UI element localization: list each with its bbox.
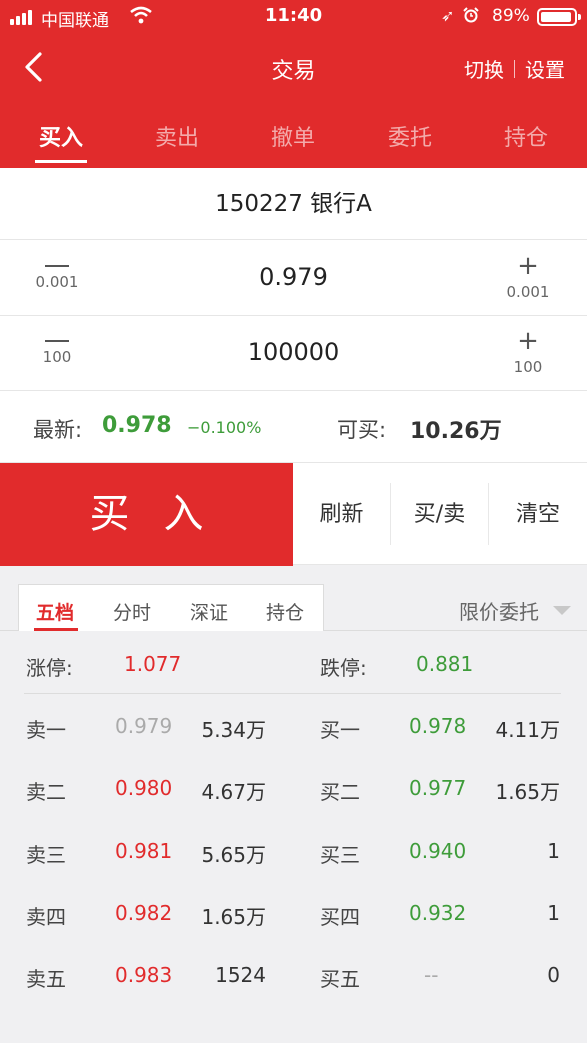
nav-bar: 交易 切换 设置	[0, 40, 587, 94]
status-bar: 中国联通 11:40 ➶ 89%	[0, 0, 587, 32]
tab-buy[interactable]: 买入	[21, 120, 101, 152]
sell-volume: 5.65万	[201, 843, 266, 867]
buy-level-label: 买四	[320, 905, 360, 929]
refresh-button[interactable]: 刷新	[293, 463, 390, 566]
tab-intraday[interactable]: 分时	[113, 598, 151, 625]
action-bar: 买入 刷新 买/卖 清空	[0, 462, 587, 566]
active-tab-indicator	[35, 160, 87, 163]
limit-down-label: 跌停:	[320, 656, 367, 680]
sell-price: 0.981	[115, 839, 173, 863]
quantity-step-label: 100	[513, 358, 543, 376]
alarm-icon	[463, 7, 479, 23]
sell-volume: 1524	[215, 963, 266, 987]
sell-level-label: 卖一	[26, 718, 66, 742]
stock-selector[interactable]: 150227 银行A	[0, 168, 587, 240]
plus-icon: +	[517, 251, 539, 281]
buy-level-label: 买三	[320, 843, 360, 867]
price-increase-button[interactable]: + 0.001	[498, 253, 558, 301]
divider	[24, 693, 561, 694]
trade-tabs: 买入 卖出 撤单 委托 持仓	[0, 112, 587, 168]
tab-sell[interactable]: 卖出	[137, 120, 217, 152]
tab-positions[interactable]: 持仓	[266, 598, 304, 625]
sell-price: 0.983	[115, 963, 173, 987]
buyable-label: 可买:	[337, 418, 387, 442]
tab-shenzhen[interactable]: 深证	[190, 598, 228, 625]
buy-price: --	[424, 963, 439, 987]
settings-button[interactable]: 设置	[525, 54, 565, 83]
tab-cancel[interactable]: 撤单	[253, 120, 333, 152]
order-book-row: 卖一 0.979 5.34万 买一 0.978 4.11万	[0, 696, 587, 758]
order-type-label: 限价委托	[459, 600, 539, 624]
tab-orders[interactable]: 委托	[370, 120, 450, 152]
order-book-row: 卖五 0.983 1524 买五 -- 0	[0, 945, 587, 1007]
buyable-amount: 10.26万	[410, 419, 502, 444]
nav-divider	[514, 59, 515, 78]
sell-level-label: 卖五	[26, 967, 66, 991]
buy-price: 0.977	[409, 776, 467, 800]
limit-down-price: 0.881	[416, 652, 474, 676]
sell-price: 0.979	[115, 714, 173, 738]
sell-level-label: 卖四	[26, 905, 66, 929]
buy-price: 0.940	[409, 839, 467, 863]
chevron-down-icon	[553, 606, 571, 615]
buy-submit-button[interactable]: 买入	[0, 463, 293, 566]
tab-holdings[interactable]: 持仓	[486, 120, 566, 152]
latest-label: 最新:	[33, 418, 83, 442]
limit-up-label: 涨停:	[26, 656, 73, 680]
buy-volume: 1	[547, 839, 560, 863]
plus-icon: +	[517, 326, 539, 356]
sell-level-label: 卖二	[26, 780, 66, 804]
order-book-row: 卖三 0.981 5.65万 买三 0.940 1	[0, 821, 587, 883]
buy-sell-toggle-button[interactable]: 买/卖	[391, 463, 488, 566]
quote-summary: 最新: 0.978 −0.100% 可买: 10.26万	[0, 390, 587, 462]
clear-button[interactable]: 清空	[489, 463, 587, 566]
buy-volume: 0	[547, 963, 560, 987]
change-percent: −0.100%	[187, 418, 262, 437]
buy-price: 0.978	[409, 714, 467, 738]
quantity-stepper: 100 100000 + 100	[0, 316, 587, 391]
sell-volume: 4.67万	[201, 780, 266, 804]
buy-price: 0.932	[409, 901, 467, 925]
buy-level-label: 买五	[320, 967, 360, 991]
order-type-select[interactable]: 限价委托	[459, 596, 571, 625]
latest-price: 0.978	[102, 413, 172, 438]
panel-tabs: 五档 分时 深证 持仓 限价委托	[0, 566, 587, 631]
order-form: 150227 银行A 0.001 0.979 + 0.001 100 10000…	[0, 168, 587, 462]
sell-price: 0.980	[115, 776, 173, 800]
quantity-increase-button[interactable]: + 100	[498, 328, 558, 376]
price-limits-row: 涨停: 1.077 跌停: 0.881	[0, 632, 587, 694]
battery-percent: 89%	[492, 6, 530, 26]
limit-up-price: 1.077	[124, 652, 182, 676]
quote-panel: 五档 分时 深证 持仓 限价委托 涨停: 1.077 跌停: 0.881 卖一 …	[0, 566, 587, 1043]
sell-volume: 5.34万	[201, 718, 266, 742]
sell-volume: 1.65万	[201, 905, 266, 929]
switch-button[interactable]: 切换	[464, 54, 504, 83]
sell-level-label: 卖三	[26, 843, 66, 867]
battery-icon	[537, 8, 581, 26]
tab-five-levels[interactable]: 五档	[36, 598, 74, 625]
buy-volume: 4.11万	[495, 718, 560, 742]
buy-level-label: 买二	[320, 780, 360, 804]
order-book-row: 卖二 0.980 4.67万 买二 0.977 1.65万	[0, 758, 587, 820]
header: 中国联通 11:40 ➶ 89% 交易 切换 设置 买入 卖出 撤单 委托 持仓	[0, 0, 587, 168]
price-step-label: 0.001	[506, 283, 550, 301]
location-icon: ➶	[441, 6, 455, 25]
sell-price: 0.982	[115, 901, 173, 925]
active-subtab-indicator	[34, 628, 78, 631]
price-stepper: 0.001 0.979 + 0.001	[0, 241, 587, 316]
buy-volume: 1.65万	[495, 780, 560, 804]
nav-actions: 切换 设置	[464, 54, 565, 83]
buy-level-label: 买一	[320, 718, 360, 742]
buy-volume: 1	[547, 901, 560, 925]
order-book-row: 卖四 0.982 1.65万 买四 0.932 1	[0, 883, 587, 945]
